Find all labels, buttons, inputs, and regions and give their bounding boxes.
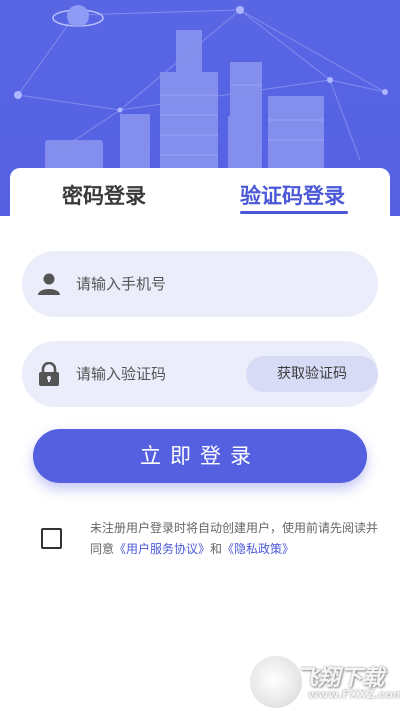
login-button[interactable]: 立即登录 bbox=[33, 429, 367, 483]
watermark-url: www.FXXZ.com bbox=[308, 688, 400, 701]
watermark: 飞翔下载 www.FXXZ.com bbox=[250, 656, 400, 708]
agreement-checkbox[interactable] bbox=[41, 528, 62, 549]
phone-field[interactable]: 请输入手机号 bbox=[22, 251, 378, 317]
code-field[interactable]: 请输入验证码 获取验证码 bbox=[22, 341, 378, 407]
code-placeholder: 请输入验证码 bbox=[76, 365, 167, 383]
phone-placeholder: 请输入手机号 bbox=[76, 275, 167, 293]
privacy-link[interactable]: 《隐私政策》 bbox=[222, 542, 294, 556]
agreement-and: 和 bbox=[210, 542, 223, 556]
tab-password-login[interactable]: 密码登录 bbox=[62, 180, 146, 210]
watermark-logo-icon bbox=[250, 656, 302, 708]
terms-link[interactable]: 《用户服务协议》 bbox=[114, 542, 210, 556]
agreement-text: 未注册用户登录时将自动创建用户，使用前请先阅读并同意《用户服务协议》和《隐私政策… bbox=[90, 518, 380, 560]
get-code-button[interactable]: 获取验证码 bbox=[246, 356, 378, 392]
user-icon bbox=[38, 273, 60, 295]
tab-code-login[interactable]: 验证码登录 bbox=[240, 180, 345, 210]
lock-icon bbox=[39, 362, 59, 386]
active-tab-indicator bbox=[240, 211, 348, 214]
